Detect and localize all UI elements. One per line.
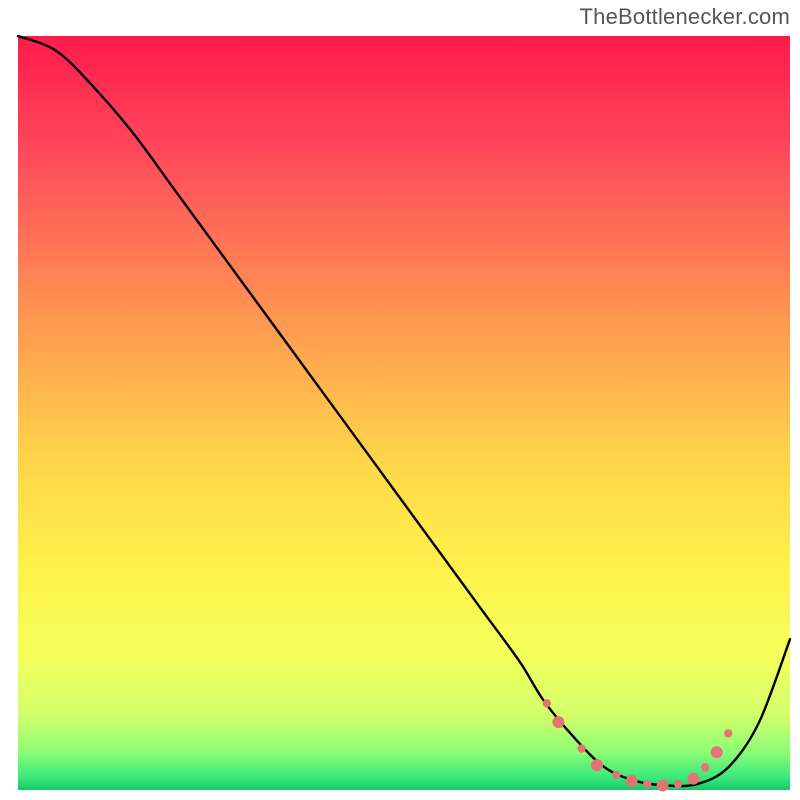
marker-dot (626, 775, 638, 787)
marker-dot (591, 759, 603, 771)
marker-dot (552, 716, 564, 728)
marker-dot (701, 763, 709, 771)
chart-frame: { "watermark": "TheBottlenecker.com", "c… (0, 0, 800, 800)
marker-dot (612, 771, 620, 779)
marker-dot (724, 729, 732, 737)
marker-dot (674, 780, 682, 788)
marker-dot (711, 746, 723, 758)
marker-dot (643, 780, 651, 788)
marker-dot (688, 773, 700, 785)
bottleneck-chart (0, 0, 800, 800)
plot-background (18, 36, 790, 790)
marker-dot (543, 699, 551, 707)
marker-dot (657, 779, 669, 791)
marker-dot (577, 744, 585, 752)
